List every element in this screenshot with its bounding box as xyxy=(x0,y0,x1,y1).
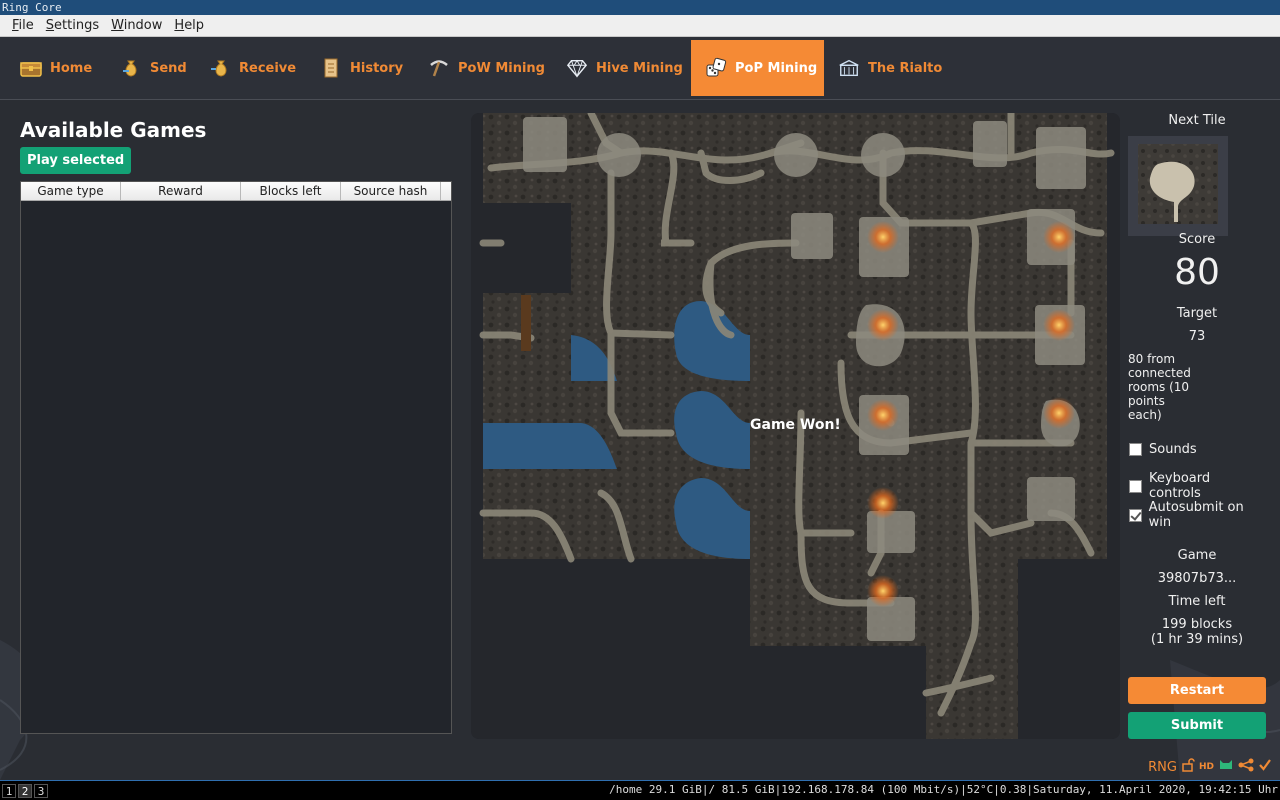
status-icons: RNG HD xyxy=(1148,758,1272,776)
keyboard-controls-label: Keyboard controls xyxy=(1149,471,1211,501)
menu-window-label: indow xyxy=(123,18,163,33)
tab-the-rialto-label: The Rialto xyxy=(868,60,943,76)
menu-window-mnemonic: W xyxy=(111,18,124,33)
tab-send-label: Send xyxy=(150,60,187,76)
money-bag-receive-icon xyxy=(209,57,231,79)
tab-hive-mining[interactable]: Hive Mining xyxy=(558,40,688,96)
target-label: Target xyxy=(1176,306,1218,321)
system-status: /home 29.1 GiB|/ 81.5 GiB|192.168.178.84… xyxy=(609,783,1278,796)
workspace-3[interactable]: 3 xyxy=(34,784,48,798)
tab-home-label: Home xyxy=(50,60,93,76)
column-header-reward[interactable]: Reward xyxy=(121,182,241,200)
workspace-1[interactable]: 1 xyxy=(2,784,16,798)
restart-button[interactable]: Restart xyxy=(1128,677,1266,704)
market-icon xyxy=(838,57,860,79)
menu-window[interactable]: Window xyxy=(105,18,168,33)
tab-history-label: History xyxy=(350,60,404,76)
score-description: 80 from connected rooms (10 points each) xyxy=(1128,352,1191,422)
menu-settings-mnemonic: S xyxy=(45,18,55,33)
tab-pow-mining[interactable]: PoW Mining xyxy=(420,40,550,96)
tab-receive[interactable]: Receive xyxy=(201,40,301,96)
witness-icon[interactable] xyxy=(1218,758,1234,776)
system-taskbar: 1 2 3 /home 29.1 GiB|/ 81.5 GiB|192.168.… xyxy=(0,780,1280,800)
tab-pop-mining[interactable]: PoP Mining xyxy=(691,40,824,96)
column-header-blocks-left[interactable]: Blocks left xyxy=(241,182,341,200)
submit-button[interactable]: Submit xyxy=(1128,712,1266,739)
game-hash: 39807b73... xyxy=(1157,571,1237,586)
pickaxe-icon xyxy=(428,57,450,79)
diamond-icon xyxy=(566,57,588,79)
tab-pow-mining-label: PoW Mining xyxy=(458,60,545,76)
game-label: Game xyxy=(1177,548,1217,563)
keyboard-controls-checkbox[interactable] xyxy=(1129,479,1142,493)
tab-the-rialto[interactable]: The Rialto xyxy=(830,40,950,96)
unlocked-icon[interactable] xyxy=(1181,758,1195,776)
time-left-value: (1 hr 39 mins) xyxy=(1150,632,1244,647)
autosubmit-checkbox[interactable] xyxy=(1129,508,1142,522)
menu-bar: File Settings Window Help xyxy=(0,15,1280,37)
tab-receive-label: Receive xyxy=(239,60,297,76)
keyboard-controls-option[interactable]: Keyboard controls xyxy=(1128,471,1266,501)
blocks-left-value: 199 blocks xyxy=(1161,617,1233,632)
score-value: 80 xyxy=(1174,252,1220,293)
window-title: Ring Core xyxy=(0,0,1280,15)
sounds-option[interactable]: Sounds xyxy=(1128,442,1197,457)
play-selected-button[interactable]: Play selected xyxy=(20,147,132,174)
dice-icon xyxy=(705,57,727,79)
menu-help-label: elp xyxy=(184,18,205,33)
tab-pop-mining-label: PoP Mining xyxy=(735,60,818,76)
menu-settings[interactable]: Settings xyxy=(40,18,105,33)
sounds-checkbox[interactable] xyxy=(1129,443,1142,456)
hd-wallet-icon[interactable]: HD xyxy=(1199,762,1214,772)
autosubmit-label: Autosubmit on win xyxy=(1148,500,1244,530)
next-tile-label: Next Tile xyxy=(1168,113,1226,128)
tab-hive-mining-label: Hive Mining xyxy=(596,60,683,76)
target-value: 73 xyxy=(1188,329,1206,344)
menu-file-label: ile xyxy=(18,18,34,33)
column-header-source-hash[interactable]: Source hash xyxy=(341,182,441,200)
game-board[interactable]: Game Won! xyxy=(471,113,1120,739)
games-table: Game type Reward Blocks left Source hash xyxy=(20,181,452,734)
ticker-label: RNG xyxy=(1148,759,1177,775)
autosubmit-option[interactable]: Autosubmit on win xyxy=(1128,500,1266,530)
synced-check-icon[interactable] xyxy=(1258,758,1272,776)
money-bag-send-icon xyxy=(120,57,142,79)
sounds-label: Sounds xyxy=(1149,442,1197,457)
menu-file[interactable]: File xyxy=(0,18,40,33)
scroll-icon xyxy=(320,57,342,79)
status-bar: RNG HD xyxy=(0,752,1280,780)
network-icon[interactable] xyxy=(1238,758,1254,776)
menu-settings-label: ettings xyxy=(54,18,100,33)
next-tile-image xyxy=(1138,144,1218,224)
games-table-header: Game type Reward Blocks left Source hash xyxy=(21,182,451,201)
menu-help[interactable]: Help xyxy=(168,18,210,33)
main-toolbar: Home Send Receive History PoW Mining Hiv… xyxy=(0,37,1280,100)
tab-home[interactable]: Home xyxy=(12,40,107,96)
score-label: Score xyxy=(1178,232,1216,247)
next-tile-preview xyxy=(1128,136,1228,236)
menu-help-mnemonic: H xyxy=(174,18,185,33)
game-status-text: Game Won! xyxy=(750,417,841,433)
tab-send[interactable]: Send xyxy=(112,40,197,96)
tab-history[interactable]: History xyxy=(312,40,412,96)
treasure-chest-icon xyxy=(20,57,42,79)
column-header-game-type[interactable]: Game type xyxy=(21,182,121,200)
time-left-label: Time left xyxy=(1168,594,1226,609)
available-games-title: Available Games xyxy=(20,118,207,142)
workspace-2[interactable]: 2 xyxy=(18,784,32,798)
